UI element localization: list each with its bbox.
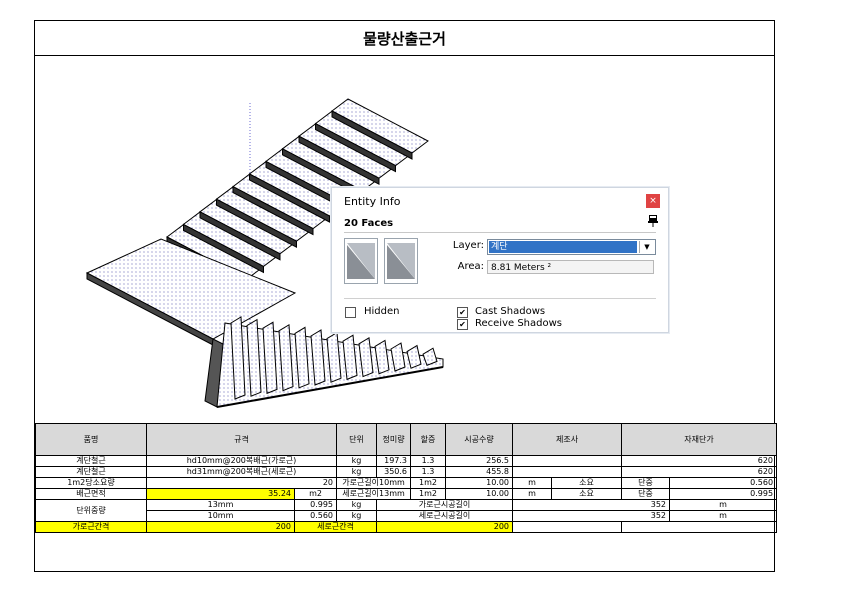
table-row: 1m2당소요량 20 가로근길이10mm 1m2 10.00 m 소요 단중 0… [35, 477, 778, 489]
cell: m [669, 499, 778, 511]
layer-label: Layer: [452, 240, 484, 251]
cell: 가로근길이10mm [336, 477, 412, 489]
cell: m [512, 477, 553, 489]
cell: 1.3 [410, 466, 447, 478]
cell: 455.8 [445, 466, 514, 478]
stair-drawing: Entity Info × 20 Faces Layer: 계단 ▼ Area: [35, 55, 774, 423]
cell: 197.3 [376, 455, 412, 467]
cell: 계단철근 [35, 466, 147, 478]
pin-icon[interactable] [648, 215, 658, 227]
table-row: 가로근간격 200 세로근간격 200 [35, 521, 778, 533]
layer-select[interactable]: 계단 ▼ [487, 239, 656, 255]
cell: 1m2 [410, 488, 447, 500]
cast-shadows-checkbox[interactable]: ✔ [457, 307, 468, 318]
chevron-down-icon[interactable]: ▼ [639, 241, 654, 253]
cell: m2 [293, 488, 338, 500]
cell: 가로근시공길이 [376, 499, 514, 511]
quantity-table: 품명 규격 단위 정미량 할증 시공수량 제조사 자재단가 계단철근 hd10m… [35, 423, 778, 533]
cell: 세로근길이13mm [336, 488, 412, 500]
cell: m [512, 488, 553, 500]
cell [512, 455, 623, 467]
col-name: 품명 [35, 423, 147, 456]
cell: 단중 [621, 488, 671, 500]
cell: 배근면적 [35, 488, 147, 500]
receive-shadows-checkbox[interactable]: ✔ [457, 319, 468, 330]
table-row: 배근면적 35.24 m2 세로근길이13mm 1m2 10.00 m 소요 단… [35, 488, 778, 500]
cell: 1.3 [410, 455, 447, 467]
col-qty: 시공수량 [445, 423, 514, 456]
hidden-label: Hidden [364, 306, 400, 317]
cast-shadows-label: Cast Shadows [475, 306, 546, 317]
cell: 0.560 [293, 510, 338, 522]
cell: 10.00 [445, 477, 514, 489]
quantity-sheet: 물량산출근거 Entity Info × 20 Faces Layer: 계단 … [34, 20, 778, 572]
cell: 200 [376, 521, 514, 533]
table-row: 10mm 0.560 kg 세로근시공길이 352 m [36, 510, 778, 522]
area-field: 8.81 Meters ² [487, 260, 654, 274]
front-material-swatch[interactable] [344, 238, 378, 284]
cell: 10mm [146, 510, 295, 522]
cell: 352 [512, 499, 671, 511]
col-spec: 규격 [145, 423, 338, 456]
cell: 단중 [621, 477, 671, 489]
cell [621, 521, 778, 533]
col-price: 자재단가 [621, 423, 778, 456]
cell: kg [336, 510, 378, 522]
cell: 가로근간격 [35, 521, 147, 533]
cell: m [669, 510, 778, 522]
cell: kg [336, 466, 378, 478]
sheet-title: 물량산출근거 [35, 21, 774, 56]
cell: 13mm [146, 499, 295, 511]
cell: 200 [146, 521, 295, 533]
cell: 세로근간격 [293, 521, 378, 533]
cell [512, 466, 623, 478]
table-row: 단위중량 13mm 0.995 kg 가로근시공길이 352 m [35, 499, 778, 522]
cell: 단위중량 [35, 499, 147, 522]
layer-value: 계단 [489, 241, 637, 253]
cell: hd31mm@200복배근(세로근) [145, 466, 338, 478]
cell: 소요 [551, 477, 623, 489]
col-maker: 제조사 [512, 423, 623, 456]
area-label: Area: [457, 261, 484, 272]
selection-summary: 20 Faces [344, 218, 394, 229]
cell: 계단철근 [35, 455, 147, 467]
col-net: 정미량 [376, 423, 412, 456]
cell: 세로근시공길이 [376, 510, 514, 522]
table-row: 계단철근 hd10mm@200복배근(가로근) kg 197.3 1.3 256… [35, 455, 778, 467]
cell: 10.00 [445, 488, 514, 500]
divider [344, 298, 656, 299]
cell: 620 [621, 455, 778, 467]
entity-info-dialog[interactable]: Entity Info × 20 Faces Layer: 계단 ▼ Area: [331, 187, 669, 333]
col-unit: 단위 [336, 423, 378, 456]
table-header: 품명 규격 단위 정미량 할증 시공수량 제조사 자재단가 [35, 423, 778, 456]
cell: 352 [512, 510, 671, 522]
cell: 350.6 [376, 466, 412, 478]
cell: 20 [145, 477, 338, 489]
dialog-title: Entity Info [344, 195, 401, 208]
cell: 0.995 [293, 499, 338, 511]
cell: kg [336, 499, 378, 511]
cell: 620 [621, 466, 778, 478]
receive-shadows-label: Receive Shadows [475, 318, 562, 329]
area-value-cell: 35.24 [146, 488, 295, 500]
cell: 0.995 [669, 488, 778, 500]
cell: 1m2 [410, 477, 447, 489]
cell: 소요 [551, 488, 623, 500]
cell [512, 521, 623, 533]
back-material-swatch[interactable] [384, 238, 418, 284]
cell: 1m2당소요량 [35, 477, 147, 489]
cell: 0.560 [669, 477, 778, 489]
cell: hd10mm@200복배근(가로근) [145, 455, 338, 467]
cell: kg [336, 455, 378, 467]
col-loss: 할증 [410, 423, 447, 456]
divider [344, 232, 656, 233]
table-row: 계단철근 hd31mm@200복배근(세로근) kg 350.6 1.3 455… [35, 466, 778, 478]
hidden-checkbox[interactable] [345, 307, 356, 318]
close-icon[interactable]: × [646, 194, 660, 208]
cell: 256.5 [445, 455, 514, 467]
